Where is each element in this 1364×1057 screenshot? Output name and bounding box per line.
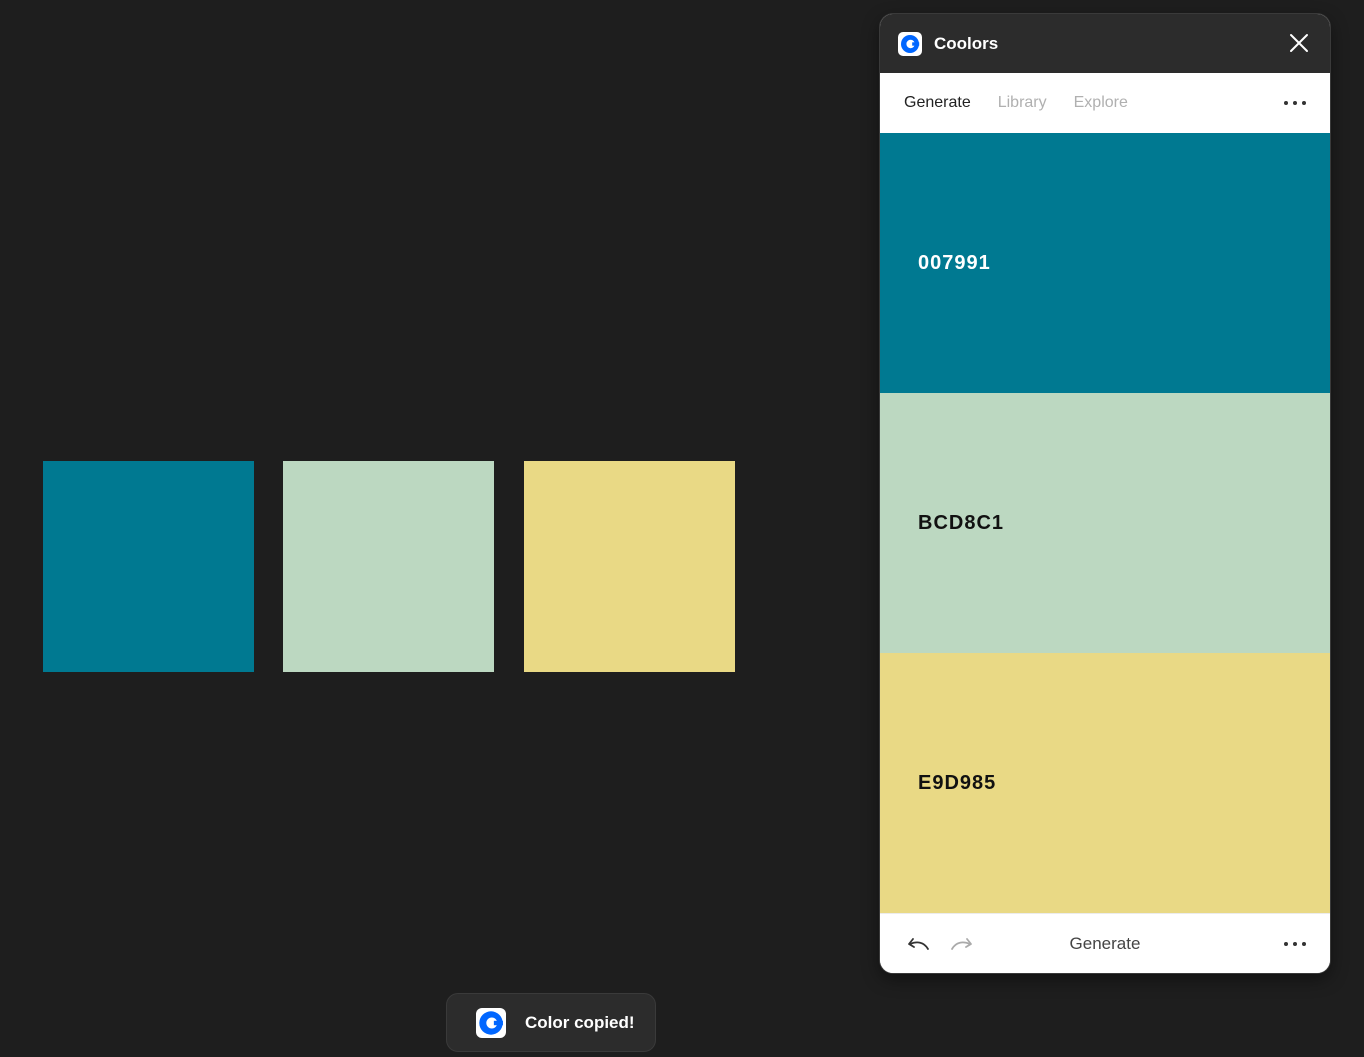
close-icon — [1290, 34, 1308, 52]
generate-button[interactable]: Generate — [1035, 934, 1175, 954]
tab-generate[interactable]: Generate — [904, 94, 971, 112]
undo-button[interactable] — [904, 930, 932, 958]
palette-color-row[interactable]: 007991 — [880, 133, 1330, 393]
panel-title: Coolors — [934, 33, 999, 53]
color-hex-code: BCD8C1 — [918, 511, 1005, 534]
canvas-swatch[interactable] — [524, 461, 735, 672]
toast-notification: Color copied! — [446, 993, 656, 1052]
coolors-plugin-panel: Coolors Generate Library Explore 007991 — [880, 14, 1330, 973]
tab-library[interactable]: Library — [998, 94, 1047, 112]
close-button[interactable] — [1286, 30, 1312, 56]
figma-canvas[interactable]: Coolors Generate Library Explore 007991 — [0, 0, 1364, 1057]
panel-footer: Generate — [880, 913, 1330, 973]
palette-color-row[interactable]: E9D985 — [880, 653, 1330, 913]
more-horizontal-icon — [1284, 101, 1306, 105]
redo-icon — [951, 937, 972, 950]
canvas-swatch[interactable] — [43, 461, 254, 672]
coolors-logo-icon — [898, 31, 922, 56]
tabs-more-button[interactable] — [1282, 91, 1308, 115]
panel-header: Coolors — [880, 14, 1330, 73]
color-hex-code: E9D985 — [918, 771, 997, 794]
palette-color-row[interactable]: BCD8C1 — [880, 393, 1330, 653]
redo-button[interactable] — [948, 930, 976, 958]
canvas-swatch[interactable] — [283, 461, 494, 672]
footer-more-button[interactable] — [1282, 932, 1308, 956]
panel-tabs: Generate Library Explore — [880, 73, 1330, 133]
tab-explore[interactable]: Explore — [1074, 94, 1128, 112]
more-horizontal-icon — [1284, 942, 1306, 946]
undo-icon — [908, 937, 929, 950]
coolors-logo-icon — [476, 1007, 506, 1038]
color-hex-code: 007991 — [918, 251, 991, 274]
toast-message: Color copied! — [525, 1012, 635, 1032]
